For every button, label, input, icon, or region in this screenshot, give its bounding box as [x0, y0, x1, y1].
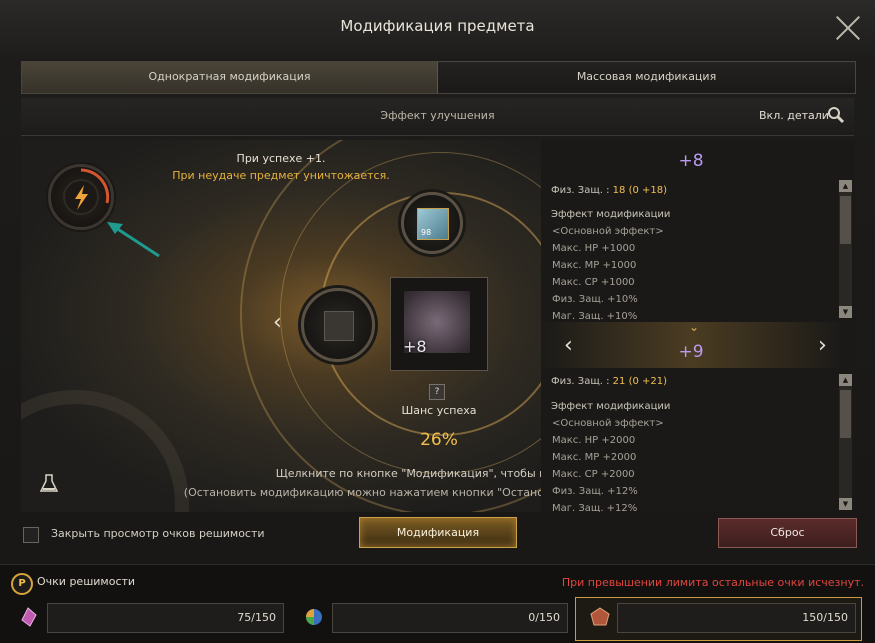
item-level: +8 — [403, 337, 427, 356]
next-effect-item: Маг. Защ. +12% — [552, 503, 638, 512]
points-coin-icon: P — [11, 573, 33, 595]
hint-line-1: Щелкните по кнопке "Модификация", чтобы … — [275, 467, 541, 480]
chance-label: Шанс успеха — [401, 404, 477, 417]
next-effect-item: Макс. MP +2000 — [552, 452, 637, 463]
search-icon[interactable] — [827, 106, 845, 124]
current-effect-item: Макс. CP +1000 — [552, 277, 635, 288]
reset-button[interactable]: Сброс — [718, 518, 857, 548]
next-effect-item: Макс. CP +2000 — [552, 469, 635, 480]
points-warning: При превышении лимита остальные очки исч… — [561, 576, 864, 589]
tab-bar: Однократная модификация Массовая модифик… — [21, 61, 856, 94]
next-stat-value: 21 — [612, 376, 626, 387]
next-level-banner: +9 — [678, 342, 704, 362]
magnifier-checkbox[interactable] — [23, 527, 39, 543]
hint-line-2: (Остановить модификацию можно нажатием к… — [183, 486, 541, 499]
current-stat-name: Физ. Защ. : — [551, 185, 610, 196]
next-effect-header: Эффект модификации — [551, 401, 671, 412]
points-slot-1: 75/150 — [47, 603, 284, 633]
current-effect-item: Физ. Защ. +10% — [552, 294, 638, 305]
failure-warning-text: При неудаче предмет уничтожается. — [172, 169, 390, 182]
points-slot-2: 0/150 — [332, 603, 568, 633]
current-effect-header: Эффект модификации — [551, 209, 671, 220]
details-toggle-label[interactable]: Вкл. детали — [759, 109, 829, 122]
chevron-down-icon: ⌄ — [689, 320, 700, 334]
tab-single-modification[interactable]: Однократная модификация — [22, 62, 438, 93]
rainbow-gem-icon — [302, 605, 326, 629]
support-item-slot[interactable] — [301, 288, 375, 362]
target-item-slot[interactable] — [390, 277, 488, 371]
points-slot-value: 0/150 — [528, 611, 560, 624]
scroll-up-icon[interactable]: ▲ — [839, 374, 852, 386]
scroll-thumb[interactable] — [840, 390, 851, 438]
current-stat: Физ. Защ. : 18 (0 +18) — [551, 185, 667, 196]
close-points-label: Закрыть просмотр очков решимости — [51, 527, 265, 540]
chance-value: 26% — [420, 430, 458, 450]
tab-mass-modification[interactable]: Массовая модификация — [438, 62, 855, 93]
success-text: При успехе +1. — [236, 152, 326, 165]
next-effect-item: Физ. Защ. +12% — [552, 486, 638, 497]
modification-stage: При успехе +1. При неудаче предмет уничт… — [21, 140, 541, 512]
close-icon[interactable] — [834, 14, 862, 42]
scroll-down-icon[interactable]: ▼ — [839, 306, 852, 318]
window-title: Модификация предмета — [340, 17, 535, 35]
chevron-left-icon[interactable]: ‹ — [273, 310, 282, 335]
current-scrollbar[interactable]: ▲ ▼ — [839, 180, 852, 318]
current-effect-item: Маг. Защ. +10% — [552, 311, 638, 320]
points-label: Очки решимости — [37, 575, 136, 588]
effect-bar: Эффект улучшения Вкл. детали — [21, 98, 854, 136]
scroll-thumb[interactable] — [840, 196, 851, 244]
current-effect-item: Макс. MP +1000 — [552, 260, 637, 271]
next-effect-item: Макс. HP +2000 — [552, 435, 636, 446]
current-level: +8 — [678, 151, 704, 171]
material-slot[interactable]: 98 — [401, 192, 463, 254]
stone-item-icon — [324, 311, 354, 341]
current-effect-item: Макс. HP +1000 — [552, 243, 636, 254]
next-stat-name: Физ. Защ. : — [551, 376, 610, 387]
help-icon[interactable]: ? — [429, 384, 445, 400]
next-stat: Физ. Защ. : 21 (0 +21) — [551, 376, 667, 387]
material-count: 98 — [421, 228, 432, 237]
next-effect-group: <Основной эффект> — [552, 418, 664, 429]
pink-crystal-icon — [16, 605, 40, 629]
current-effect-group: <Основной эффект> — [552, 226, 664, 237]
potion-icon[interactable] — [37, 470, 63, 496]
effect-title: Эффект улучшения — [380, 109, 495, 122]
next-stat-delta: (0 +21) — [628, 376, 668, 387]
points-slot-value: 75/150 — [237, 611, 276, 624]
current-stat-value: 18 — [612, 185, 626, 196]
points-slot-value: 150/150 — [802, 611, 848, 624]
bronze-emblem-icon — [588, 605, 612, 629]
scroll-up-icon[interactable]: ▲ — [839, 180, 852, 192]
pointer-arrow-icon — [107, 222, 160, 258]
next-scrollbar[interactable]: ▲ ▼ — [839, 374, 852, 510]
current-stat-delta: (0 +18) — [628, 185, 668, 196]
points-slot-3: 150/150 — [617, 603, 856, 633]
scroll-down-icon[interactable]: ▼ — [839, 498, 852, 510]
modify-button[interactable]: Модификация — [359, 517, 517, 548]
